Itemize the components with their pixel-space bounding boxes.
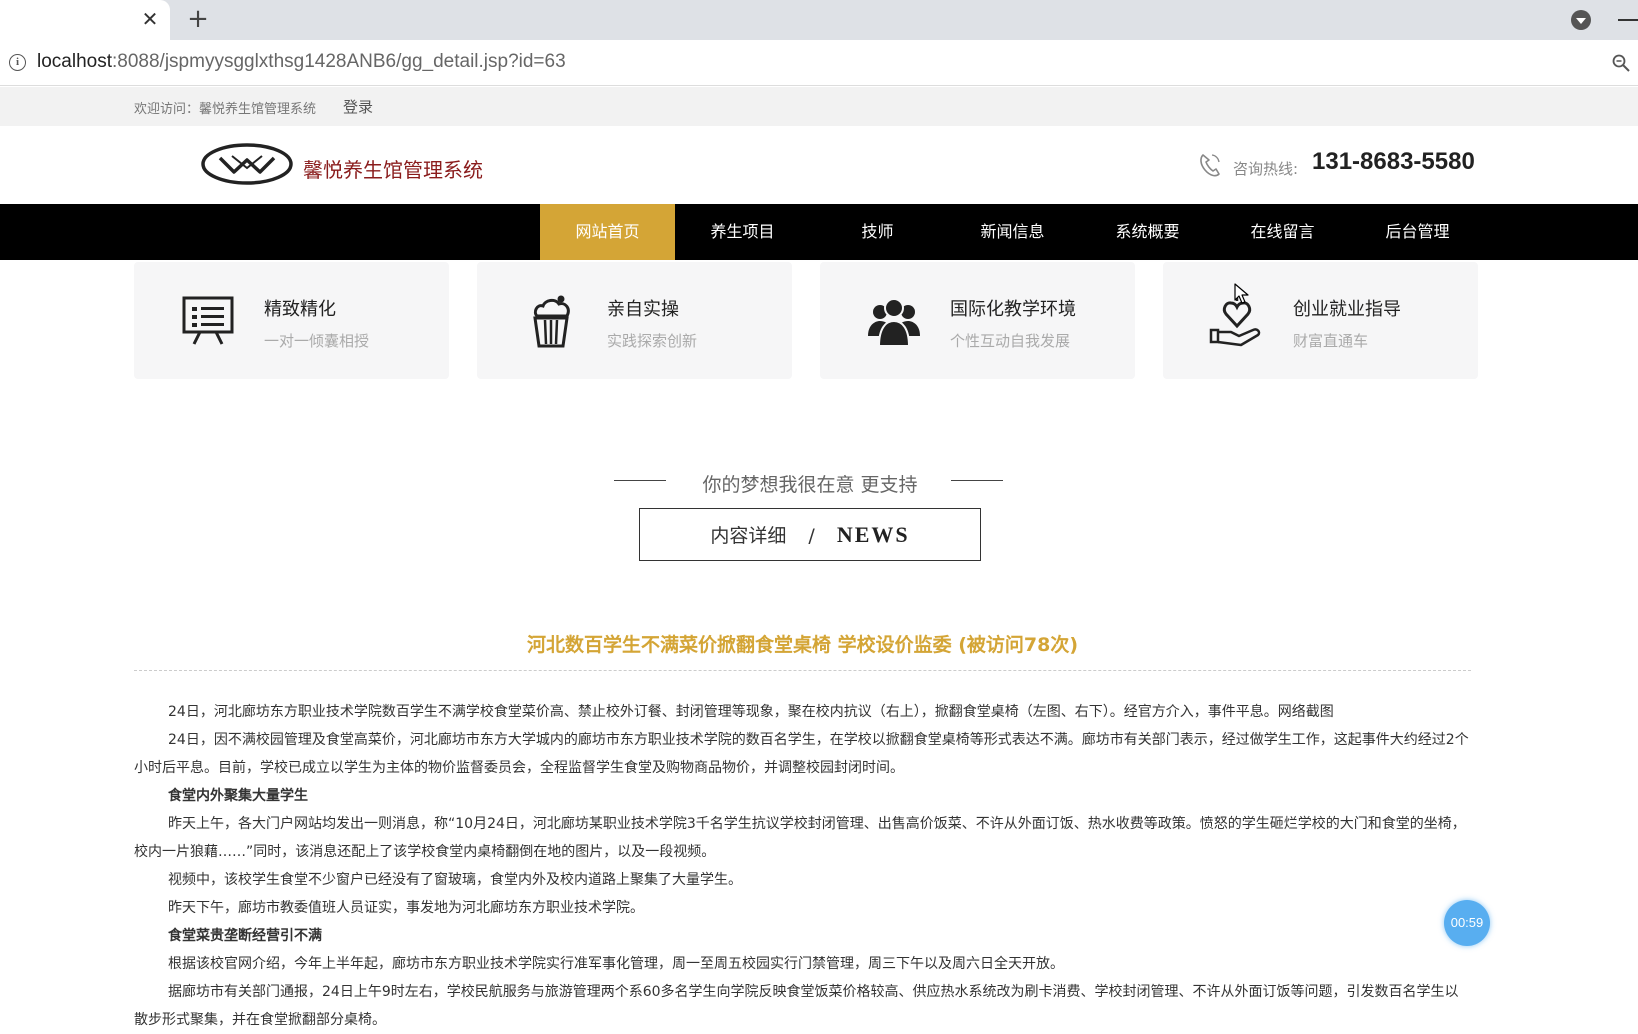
nav-item-technicians[interactable]: 技师 [810,204,945,260]
feature-card: 精致精化 一对一倾囊相授 [134,262,449,379]
site-header: 馨悦养生馆管理系统 咨询热线: 131-8683-5580 [0,126,1638,204]
article-paragraph: 据廊坊市有关部门通报，24日上午9时左右，学校民航服务与旅游管理两个系60多名学… [134,984,1459,1028]
hotline-number: 131-8683-5580 [1312,148,1475,175]
article-paragraph: 视频中，该校学生食堂不少窗户已经没有了窗玻璃，食堂内外及校内道路上聚集了大量学生… [168,872,742,888]
feature-card: 国际化教学环境 个性互动自我发展 [820,262,1135,379]
feature-title: 亲自实操 [607,299,679,320]
browser-tab-strip: ✕ + [0,0,1638,40]
feature-subtitle: 一对一倾囊相授 [264,332,370,350]
cupcake-icon [533,295,570,348]
divider-line [951,480,1003,481]
feature-title: 国际化教学环境 [950,299,1076,320]
presentation-board-icon [182,296,234,345]
site-info-icon[interactable]: i [9,54,26,71]
welcome-text: 欢迎访问：馨悦养生馆管理系统 [134,102,317,117]
section-tagline: 你的梦想我很在意 更支持 [702,474,918,496]
nav-item-admin[interactable]: 后台管理 [1350,204,1485,260]
url-host: localhost [37,51,112,72]
close-tab-icon[interactable]: ✕ [138,7,162,31]
tab-search-icon[interactable] [1571,10,1591,30]
welcome-bar: 欢迎访问：馨悦养生馆管理系统 登录 [0,87,1638,126]
article-subheading: 食堂内外聚集大量学生 [168,788,308,804]
section-heading-en: NEWS [836,522,910,547]
url-path: :8088/jspmyysgglxthsg1428ANB6/gg_detail.… [112,51,566,72]
divider-line [614,480,666,481]
section-heading-slash: / [808,525,815,547]
site-name[interactable]: 馨悦养生馆管理系统 [303,154,483,183]
timer-badge[interactable]: 00:59 [1444,900,1490,946]
phone-icon [1200,154,1220,177]
new-tab-icon[interactable]: + [184,5,212,33]
article-title: 河北数百学生不满菜价掀翻食堂桌椅 学校设价监委 (被访问78次) [526,634,1079,656]
feature-subtitle: 个性互动自我发展 [950,332,1071,350]
section-heading-cn: 内容详细 [710,525,787,547]
feature-card: 创业就业指导 财富直通车 [1163,262,1478,379]
feature-subtitle: 财富直通车 [1293,332,1369,350]
article-subheading: 食堂菜贵垄断经营引不满 [168,928,322,944]
nav-item-projects[interactable]: 养生项目 [675,204,810,260]
mouse-cursor-icon [1234,283,1249,304]
browser-tab[interactable]: ✕ [0,0,170,40]
address-bar[interactable]: i localhost:8088/jspmyysgglxthsg1428ANB6… [0,40,1638,86]
article-body: 24日，河北廊坊东方职业技术学院数百学生不满学校食堂菜价高、禁止校外订餐、封闭管… [134,698,1471,1034]
article-paragraph: 24日，河北廊坊东方职业技术学院数百学生不满学校食堂菜价高、禁止校外订餐、封闭管… [168,704,1334,720]
feature-card: 亲自实操 实践探索创新 [477,262,792,379]
article-paragraph: 24日，因不满校园管理及食堂高菜价，河北廊坊市东方大学城内的廊坊市东方职业技术学… [134,732,1469,776]
nav-item-overview[interactable]: 系统概要 [1080,204,1215,260]
article-paragraph: 根据该校官网介绍，今年上半年起，廊坊市东方职业技术学院实行准军事化管理，周一至周… [168,956,1064,972]
article-paragraph: 昨天下午，廊坊市教委值班人员证实，事发地为河北廊坊东方职业技术学院。 [168,900,644,916]
nav-item-home[interactable]: 网站首页 [540,204,675,260]
login-link[interactable]: 登录 [343,96,373,117]
url-text[interactable]: localhost:8088/jspmyysgglxthsg1428ANB6/g… [37,51,566,73]
section-heading-box: 内容详细 / NEWS [639,508,981,561]
minimize-icon[interactable] [1618,19,1638,21]
article-paragraph: 昨天上午，各大门户网站均发出一则消息，称“10月24日，河北廊坊某职业技术学院3… [134,816,1466,860]
article-divider [134,670,1471,671]
people-group-icon [868,298,920,347]
feature-subtitle: 实践探索创新 [607,332,698,350]
feature-title: 精致精化 [264,299,336,320]
nav-item-messages[interactable]: 在线留言 [1215,204,1350,260]
feature-title: 创业就业指导 [1293,299,1401,320]
main-nav: 网站首页 养生项目 技师 新闻信息 系统概要 在线留言 后台管理 [0,204,1638,260]
zoom-icon[interactable] [1612,54,1630,72]
nav-item-news[interactable]: 新闻信息 [945,204,1080,260]
hotline-label: 咨询热线: [1233,160,1299,178]
logo-icon[interactable] [200,142,294,186]
